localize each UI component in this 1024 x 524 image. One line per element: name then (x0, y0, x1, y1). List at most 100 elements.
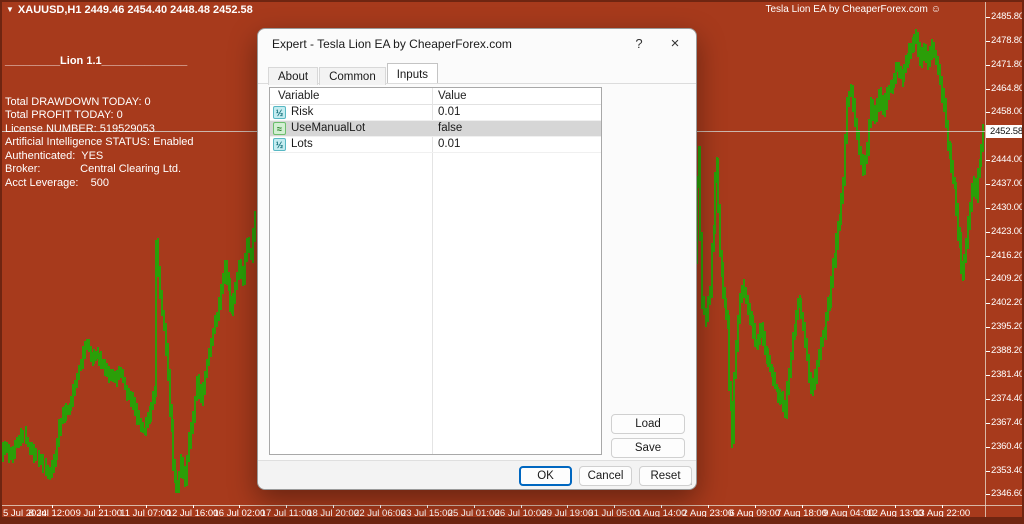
price-axis-label: 2381.40 (991, 369, 1024, 380)
input-row-lots[interactable]: ½ Lots 0.01 (270, 137, 601, 153)
variable-value[interactable]: false (438, 122, 462, 134)
price-axis[interactable]: 2485.802478.802471.802464.802458.002451.… (986, 0, 1024, 505)
price-axis-label: 2346.60 (991, 488, 1024, 499)
time-axis-label: 1 Aug 14:00 (636, 508, 687, 519)
price-axis-label: 2423.00 (991, 226, 1024, 237)
time-axis-label: 6 Aug 09:00 (729, 508, 780, 519)
time-tick (146, 505, 147, 508)
price-axis-label: 2444.00 (991, 154, 1024, 165)
time-tick (286, 505, 287, 508)
tab-about[interactable]: About (268, 67, 318, 85)
price-tick (986, 256, 990, 257)
time-tick (239, 505, 240, 508)
price-axis-label: 2471.80 (991, 59, 1024, 70)
time-tick (380, 505, 381, 508)
variable-value[interactable]: 0.01 (438, 138, 460, 150)
time-tick (521, 505, 522, 508)
price-tick (986, 327, 990, 328)
variable-name: Risk (291, 106, 313, 118)
price-tick (986, 65, 990, 66)
candle-bar (22, 430, 24, 443)
price-axis-label: 2402.20 (991, 297, 1024, 308)
price-axis-label: 2430.00 (991, 202, 1024, 213)
price-tick (986, 208, 990, 209)
price-tick (986, 279, 990, 280)
close-icon[interactable]: × (658, 29, 692, 59)
chart-symbol-header: ▼ XAUUSD,H1 2449.46 2454.40 2448.48 2452.… (6, 4, 253, 16)
price-axis-label: 2360.40 (991, 441, 1024, 452)
price-tick (986, 351, 990, 352)
tab-common[interactable]: Common (319, 67, 386, 85)
inputs-table[interactable]: Variable Value ½Risk0.01≈UseManualLotfal… (269, 87, 602, 455)
price-tick (986, 447, 990, 448)
time-axis-label: 22 Jul 06:00 (354, 508, 406, 519)
input-row-usemanuallot[interactable]: ≈UseManualLotfalse (270, 121, 601, 137)
price-axis-label: 2367.40 (991, 417, 1024, 428)
price-tick (986, 494, 990, 495)
time-tick (848, 505, 849, 508)
double-type-icon: ½ (273, 138, 286, 151)
ea-panel-heading: _________Lion 1.1______________ (5, 55, 194, 69)
candle-bar (35, 448, 37, 461)
time-tick (193, 505, 194, 508)
price-axis-label: 2437.00 (991, 178, 1024, 189)
time-axis-label: 29 Jul 19:00 (541, 508, 593, 519)
ea-status-line: Authenticated: YES (5, 150, 194, 164)
dialog-tabs: AboutCommonInputs (268, 63, 686, 84)
variable-name: UseManualLot (291, 122, 365, 134)
price-axis-label: 2458.00 (991, 106, 1024, 117)
price-axis-label: 2464.80 (991, 83, 1024, 94)
price-tick (986, 184, 990, 185)
ea-status-line: License NUMBER: 519529053 (5, 123, 194, 137)
time-tick (895, 505, 896, 508)
ea-status-line: Total DRAWDOWN TODAY: 0 (5, 96, 194, 110)
variable-name: Lots (291, 138, 313, 150)
dialog-titlebar[interactable]: Expert - Tesla Lion EA by CheaperForex.c… (258, 29, 696, 59)
smiley-icon: ☺ (931, 4, 941, 15)
price-axis-label: 2395.20 (991, 321, 1024, 332)
help-button[interactable]: ? (622, 29, 656, 59)
price-axis-label: 2409.20 (991, 273, 1024, 284)
price-tick (986, 89, 990, 90)
ea-status-line: Artificial Intelligence STATUS: Enabled (5, 136, 194, 150)
price-axis-label: 2353.40 (991, 465, 1024, 476)
time-axis-label: 7 Aug 18:00 (776, 508, 827, 519)
time-tick (614, 505, 615, 508)
price-axis-label: 2388.20 (991, 345, 1024, 356)
time-tick (52, 505, 53, 508)
symbol-quote-text: XAUUSD,H1 2449.46 2454.40 2448.48 2452.5… (18, 4, 253, 16)
ok-button[interactable]: OK (519, 466, 572, 486)
variable-value[interactable]: 0.01 (438, 106, 460, 118)
ea-status-panel: _________Lion 1.1______________ Total DR… (5, 28, 194, 217)
time-tick (567, 505, 568, 508)
time-axis-label: 2 Aug 23:00 (683, 508, 734, 519)
price-tick (986, 303, 990, 304)
save-button[interactable]: Save (611, 438, 685, 458)
inputs-table-header: Variable Value (270, 88, 601, 105)
reset-button[interactable]: Reset (639, 466, 692, 486)
price-tick (986, 471, 990, 472)
load-button[interactable]: Load (611, 414, 685, 434)
candle-bar (699, 146, 701, 241)
time-axis-label: 9 Aug 04:00 (823, 508, 874, 519)
time-tick (333, 505, 334, 508)
input-row-risk[interactable]: ½ Risk 0.01 (270, 105, 601, 121)
time-tick (802, 505, 803, 508)
time-axis[interactable]: 5 Jul 20248 Jul 12:009 Jul 21:0011 Jul 0… (0, 505, 1024, 519)
current-price-tag: 2452.58 (986, 125, 1024, 138)
price-tick (986, 423, 990, 424)
time-tick (942, 505, 943, 508)
tab-inputs[interactable]: Inputs (387, 63, 438, 83)
time-tick (755, 505, 756, 508)
double-type-icon: ½ (273, 106, 286, 119)
column-header-value: Value (438, 90, 467, 102)
price-axis-label: 2478.80 (991, 35, 1024, 46)
ea-chart-label: Tesla Lion EA by CheaperForex.com☺ (765, 4, 941, 15)
price-tick (986, 232, 990, 233)
cancel-button[interactable]: Cancel (579, 466, 632, 486)
time-axis-label: 18 Jul 20:00 (307, 508, 359, 519)
time-axis-label: 13 Aug 22:00 (914, 508, 970, 519)
collapse-panel-icon[interactable]: ▼ (6, 5, 14, 14)
ea-status-line: Acct Leverage: 500 (5, 177, 194, 191)
time-axis-label: 11 Jul 07:00 (120, 508, 171, 519)
